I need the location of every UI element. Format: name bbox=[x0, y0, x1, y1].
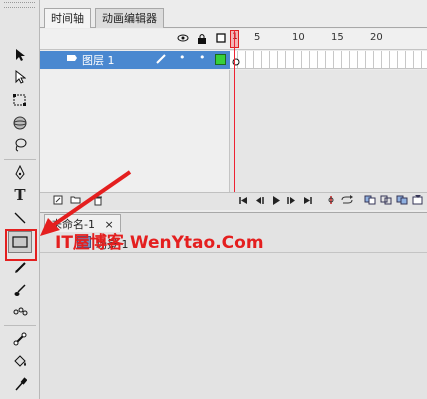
modify-markers-icon[interactable] bbox=[412, 195, 424, 208]
ruler-number: 20 bbox=[370, 32, 383, 43]
stage-canvas[interactable] bbox=[40, 254, 427, 399]
edit-multiple-frames-icon[interactable] bbox=[396, 195, 408, 208]
visible-dot[interactable]: • bbox=[179, 51, 186, 64]
frames-grid[interactable] bbox=[230, 51, 427, 69]
tool-divider bbox=[4, 325, 36, 326]
center-frame-icon[interactable] bbox=[326, 195, 336, 208]
step-back-icon[interactable] bbox=[254, 195, 264, 208]
eyedropper-tool-icon[interactable] bbox=[8, 373, 32, 395]
deco-tool-icon[interactable] bbox=[8, 301, 32, 323]
outline-icon[interactable] bbox=[216, 33, 226, 46]
play-icon[interactable] bbox=[271, 195, 281, 208]
lock-dot[interactable]: • bbox=[199, 51, 206, 64]
frame-ruler[interactable]: 5 10 15 20 bbox=[230, 29, 427, 50]
loop-icon[interactable] bbox=[340, 195, 354, 208]
onion-outline-icon[interactable] bbox=[380, 195, 392, 208]
ruler-number: 10 bbox=[292, 32, 305, 43]
watermark-text: IT屋博客 WenYtao.Com bbox=[55, 233, 264, 253]
outline-color-icon[interactable] bbox=[215, 54, 226, 68]
bone-tool-icon[interactable] bbox=[8, 328, 32, 350]
step-forward-icon[interactable] bbox=[287, 195, 297, 208]
eye-icon[interactable] bbox=[177, 33, 189, 46]
brush-tool-icon[interactable] bbox=[8, 279, 32, 301]
onion-skin-icon[interactable] bbox=[364, 195, 376, 208]
pencil-icon bbox=[155, 53, 167, 68]
playhead-line bbox=[234, 30, 235, 195]
paint-bucket-tool-icon[interactable] bbox=[8, 351, 32, 373]
first-frame-icon[interactable] bbox=[238, 195, 248, 208]
frames-area[interactable] bbox=[230, 70, 427, 192]
last-frame-icon[interactable] bbox=[303, 195, 313, 208]
ruler-number: 5 bbox=[254, 32, 261, 43]
annotation-arrow bbox=[40, 170, 132, 236]
lock-icon[interactable] bbox=[197, 33, 207, 47]
ruler-number: 15 bbox=[331, 32, 344, 43]
